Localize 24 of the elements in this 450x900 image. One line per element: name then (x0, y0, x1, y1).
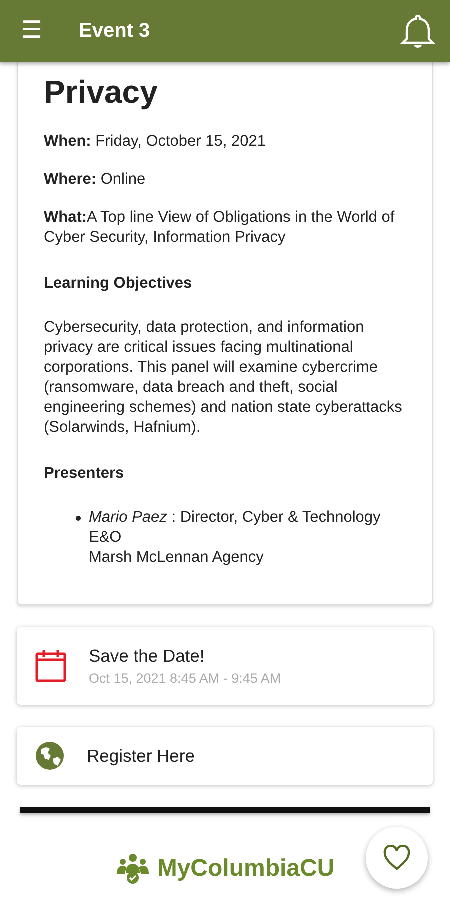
event-time: Oct 15, 2021 8:45 AM - 9:45 AM (89, 671, 282, 686)
detail-text: Where: Online (44, 170, 147, 190)
heart-icon (383, 845, 411, 871)
bullet-icon (76, 516, 81, 521)
menu-button[interactable]: ☰ (20, 19, 44, 43)
calendar-icon (35, 649, 67, 683)
calendar-card[interactable]: Save the Date! Oct 15, 2021 8:45 AM - 9:45 AM (17, 627, 433, 705)
section-heading: Learning Objectives (44, 274, 194, 294)
objectives-text: Cybersecurity, data protection, and information privacy are critical issues facing multinational corporations. This panel will examine cybercrime (ransomware, data breach and theft, social engineering schemes) and nation state cyberattacks (Solarwinds, Hafnium). (44, 318, 404, 438)
group-icon (115, 853, 152, 885)
section-heading: Presenters (44, 464, 126, 484)
presenter-text: Mario Paez : Director, Cyber & Technology E&O (89, 508, 382, 548)
presenter-text: Marsh McLennan Agency (89, 548, 265, 568)
detail-text: When: Friday, October 15, 2021 (44, 132, 267, 152)
globe-icon (35, 741, 65, 771)
event-title: Privacy (44, 74, 159, 110)
card-title: Save the Date! (89, 646, 206, 667)
favorite-button[interactable] (366, 827, 428, 889)
register-card[interactable]: Register Here (17, 727, 433, 785)
card-title: Register Here (87, 746, 195, 766)
detail-text: What:A Top line View of Obligations in the World of Cyber Security, Information Privacy (44, 208, 396, 248)
brand-logo-text: MyColumbiaCU (157, 855, 335, 883)
screen-title: Event 3 (79, 20, 152, 42)
bell-icon[interactable] (400, 13, 436, 49)
